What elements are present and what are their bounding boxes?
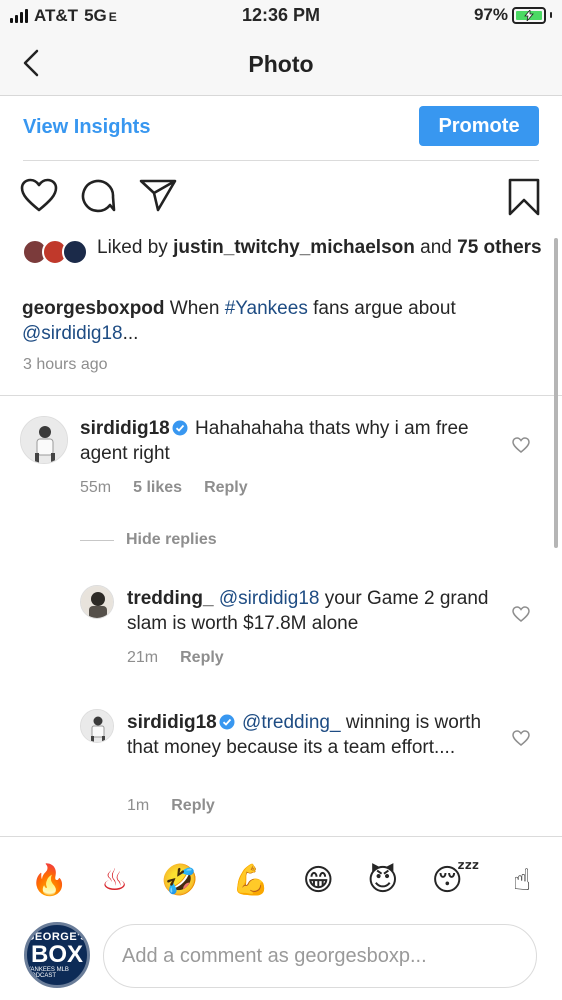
battery-percent: 97% bbox=[473, 5, 508, 24]
post-actions bbox=[0, 175, 562, 219]
reply-time: 21m bbox=[127, 649, 159, 666]
comment-text: sirdidig18 Hahahahaha thats why i am fre… bbox=[80, 418, 469, 464]
share-icon[interactable] bbox=[138, 178, 178, 212]
hide-replies-button[interactable]: Hide replies bbox=[80, 531, 217, 549]
verified-badge-icon bbox=[172, 420, 188, 436]
emoji-quick-bar: 🔥 ♨ 🤣 💪 😁 😈 😴 ☝ bbox=[0, 850, 562, 910]
reply-meta: 21m Reply bbox=[127, 649, 224, 667]
mention-link[interactable]: @sirdidig18 bbox=[22, 323, 123, 344]
comment-icon[interactable] bbox=[80, 177, 116, 213]
emoji-devil[interactable]: 😈 bbox=[367, 863, 398, 898]
reply-time: 1m bbox=[127, 797, 150, 814]
avatar: GEORGE'S BOX YANKEES MLB PODCAST bbox=[24, 922, 90, 988]
reply-text: sirdidig18 @tredding_ winning is worth t… bbox=[127, 712, 482, 758]
avatar[interactable] bbox=[20, 416, 68, 464]
mention-link[interactable]: @tredding_ bbox=[242, 712, 341, 733]
comment-meta: 55m 5 likes Reply bbox=[80, 479, 248, 497]
likes-others[interactable]: 75 others bbox=[457, 237, 541, 258]
verified-badge-icon bbox=[219, 714, 235, 730]
status-bar: AT&T 5G E 12:36 PM 97% bbox=[0, 0, 562, 34]
emoji-grin[interactable]: 😁 bbox=[303, 863, 334, 898]
emoji-hot-springs[interactable]: ♨ bbox=[101, 863, 128, 898]
like-comment-icon[interactable] bbox=[512, 436, 530, 454]
like-comment-icon[interactable] bbox=[512, 605, 530, 623]
caption-username[interactable]: georgesboxpod bbox=[22, 298, 165, 319]
view-insights-link[interactable]: View Insights bbox=[23, 116, 150, 139]
divider bbox=[0, 395, 562, 396]
emoji-point-up[interactable]: ☝ bbox=[513, 863, 531, 898]
emoji-sleeping[interactable]: 😴 bbox=[432, 863, 480, 898]
like-comment-icon[interactable] bbox=[512, 729, 530, 747]
promote-button[interactable]: Promote bbox=[419, 106, 539, 146]
likes-summary[interactable]: Liked by justin_twitchy_michaelson and 7… bbox=[22, 235, 542, 265]
battery-indicator: 97% bbox=[474, 5, 552, 25]
comment-likes[interactable]: 5 likes bbox=[133, 479, 182, 497]
heart-icon[interactable] bbox=[20, 178, 58, 212]
reply-text: tredding_ @sirdidig18 your Game 2 grand … bbox=[127, 588, 489, 634]
avatar[interactable] bbox=[80, 709, 114, 743]
hashtag-link[interactable]: #Yankees bbox=[225, 298, 308, 319]
divider bbox=[0, 836, 562, 837]
reply-button[interactable]: Reply bbox=[171, 797, 215, 815]
hide-replies-label: Hide replies bbox=[126, 531, 217, 548]
post-timestamp: 3 hours ago bbox=[23, 356, 108, 373]
mention-link[interactable]: @sirdidig18 bbox=[219, 588, 320, 609]
comment-composer: GEORGE'S BOX YANKEES MLB PODCAST bbox=[0, 918, 562, 996]
reply-meta: 1m Reply bbox=[127, 797, 215, 815]
comment-username[interactable]: sirdidig18 bbox=[80, 418, 170, 439]
reply-button[interactable]: Reply bbox=[180, 649, 224, 667]
divider bbox=[80, 539, 114, 541]
post-caption: georgesboxpod When #Yankees fans argue a… bbox=[22, 298, 456, 344]
reply-button[interactable]: Reply bbox=[204, 479, 248, 497]
battery-icon bbox=[512, 6, 546, 24]
divider bbox=[23, 160, 539, 161]
page-title: Photo bbox=[248, 51, 314, 77]
liker-avatars bbox=[22, 239, 90, 265]
reply-username[interactable]: sirdidig18 bbox=[127, 712, 217, 733]
emoji-rofl[interactable]: 🤣 bbox=[161, 863, 198, 898]
scrollbar[interactable] bbox=[554, 238, 558, 548]
comment-time: 55m bbox=[80, 479, 112, 496]
emoji-fire[interactable]: 🔥 bbox=[31, 863, 68, 898]
reply-username[interactable]: tredding_ bbox=[127, 588, 214, 609]
avatar[interactable] bbox=[80, 585, 114, 619]
likes-text: Liked by justin_twitchy_michaelson and 7… bbox=[97, 237, 542, 258]
insights-row: View Insights Promote bbox=[0, 96, 562, 160]
avatar bbox=[62, 239, 88, 265]
liker-username[interactable]: justin_twitchy_michaelson bbox=[173, 237, 415, 258]
bookmark-icon[interactable] bbox=[508, 178, 540, 216]
comment-input[interactable] bbox=[103, 924, 537, 988]
nav-bar: Photo bbox=[0, 34, 562, 96]
emoji-flexed-biceps[interactable]: 💪 bbox=[232, 863, 269, 898]
